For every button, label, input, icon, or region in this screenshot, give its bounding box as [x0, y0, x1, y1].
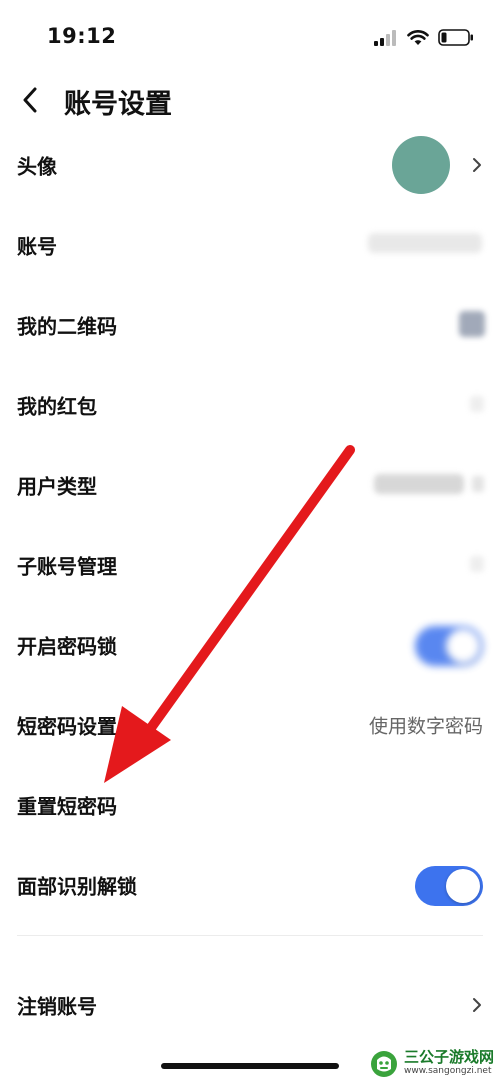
status-time: 19:12 — [47, 24, 117, 48]
chevron-right-icon — [473, 998, 481, 1012]
row-label: 账号 — [17, 234, 57, 259]
user-type-value-blurred — [374, 474, 464, 494]
back-button[interactable] — [12, 80, 48, 120]
row-label: 重置短密码 — [17, 794, 117, 819]
face-unlock-toggle[interactable] — [415, 866, 483, 906]
avatar[interactable] — [392, 136, 450, 194]
nav-bar: 账号设置 — [0, 70, 500, 130]
row-label: 面部识别解锁 — [17, 874, 137, 899]
account-value-blurred — [368, 233, 482, 253]
row-label: 我的红包 — [17, 394, 97, 419]
watermark-logo-icon — [370, 1051, 397, 1077]
watermark-text: 三公子游戏网 www.sangongzi.net — [404, 1050, 494, 1076]
chevron-right-icon — [472, 476, 484, 492]
row-label: 开启密码锁 — [17, 634, 117, 659]
row-label: 注销账号 — [17, 994, 97, 1019]
site-watermark: 三公子游戏网 www.sangongzi.net — [368, 1046, 494, 1080]
row-label: 我的二维码 — [17, 314, 117, 339]
toggle-knob — [446, 869, 480, 903]
row-label: 短密码设置 — [17, 714, 117, 739]
password-lock-toggle[interactable] — [415, 626, 483, 666]
page-title: 账号设置 — [64, 89, 172, 120]
row-label: 子账号管理 — [17, 554, 117, 579]
watermark-name: 三公子游戏网 — [403, 1048, 494, 1066]
row-label: 用户类型 — [17, 474, 97, 499]
section-divider — [17, 935, 483, 936]
watermark-url: www.sangongzi.net — [403, 1066, 492, 1076]
settings-row-cancel-account[interactable]: 注销账号 — [0, 965, 500, 1045]
chevron-right-icon — [470, 396, 484, 412]
settings-row-qrcode[interactable]: 我的二维码 — [0, 285, 500, 365]
qrcode-icon — [459, 311, 485, 337]
chevron-right-icon — [470, 556, 484, 572]
settings-row-short-password[interactable]: 短密码设置 使用数字密码 — [0, 685, 500, 765]
settings-row-reset-short-password[interactable]: 重置短密码 — [0, 765, 500, 845]
wifi-icon — [407, 29, 429, 45]
chevron-right-icon — [473, 158, 481, 172]
settings-row-red-packet[interactable]: 我的红包 — [0, 365, 500, 445]
signal-icon — [374, 29, 396, 46]
battery-icon — [438, 29, 473, 46]
home-indicator — [161, 1063, 339, 1069]
settings-row-sub-account[interactable]: 子账号管理 — [0, 525, 500, 605]
row-label: 头像 — [17, 154, 57, 179]
toggle-knob — [446, 629, 480, 663]
short-password-value: 使用数字密码 — [368, 715, 483, 738]
status-bar: 19:12 — [0, 0, 500, 70]
status-icons — [374, 29, 474, 46]
chevron-left-icon — [23, 87, 37, 113]
